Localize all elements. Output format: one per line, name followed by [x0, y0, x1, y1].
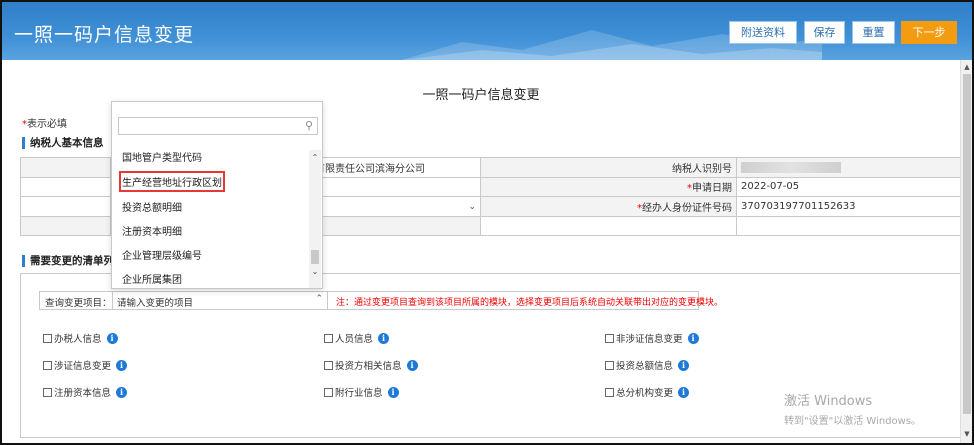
info-icon[interactable]: i [116, 386, 128, 398]
reset-button[interactable]: 重置 [852, 21, 895, 44]
info-icon[interactable]: i [106, 332, 118, 344]
info-icon[interactable]: i [378, 332, 390, 344]
chevron-down-icon[interactable]: ⌄ [309, 266, 321, 278]
redacted-value [741, 161, 841, 173]
page-scrollbar[interactable]: ▲ ▼ [960, 60, 972, 443]
scroll-up-icon[interactable]: ▲ [961, 61, 973, 73]
scrollbar-thumb[interactable] [963, 74, 971, 414]
windows-activation-watermark: 激活 Windows 转到"设置"以激活 Windows。 [784, 394, 922, 427]
dropdown-item-highlighted[interactable]: 生产经营地址行政区划 [119, 171, 225, 192]
chevron-up-icon: ⌃ [315, 294, 323, 304]
dropdown-item[interactable]: 注册资本明细 [122, 223, 182, 238]
dropdown-scrollbar-thumb[interactable] [311, 250, 319, 264]
required-note: *表示必填 [22, 119, 67, 130]
checkbox-icon[interactable] [43, 360, 52, 370]
taxpayer-id-label: 纳税人识别号 [480, 157, 737, 178]
info-icon[interactable]: i [678, 359, 690, 371]
checkbox-item[interactable]: 注册资本信息 i [43, 385, 128, 399]
chevron-down-icon: ⌄ [468, 201, 476, 212]
dropdown-item[interactable]: 企业所属集团 [122, 271, 182, 286]
checkbox-icon[interactable] [324, 387, 333, 397]
checkbox-item[interactable]: 附行业信息 i [324, 385, 399, 399]
checkbox-item[interactable]: 总分机构变更 i [605, 385, 690, 399]
checkbox-icon[interactable] [43, 387, 52, 397]
magnifier-icon: ⚲ [304, 119, 313, 132]
chevron-up-icon[interactable]: ⌃ [309, 152, 321, 164]
query-label: 查询变更项目： [45, 298, 112, 309]
dropdown-scrollbar[interactable]: ⌃ ⌄ [309, 150, 321, 288]
checkbox-item[interactable]: 人员信息 i [324, 331, 390, 345]
attach-documents-button[interactable]: 附送资料 [729, 21, 797, 44]
dropdown-item[interactable]: 企业管理层级编号 [122, 247, 202, 262]
dropdown-search-input[interactable]: ⚲ [118, 117, 318, 135]
section-title-change-list: 需要变更的清单列表 [22, 255, 125, 267]
taxpayer-id-value [736, 157, 971, 178]
scroll-down-icon[interactable]: ▼ [961, 428, 973, 440]
agent-id-label: *经办人身份证件号码 [480, 196, 737, 217]
checkbox-icon[interactable] [324, 333, 333, 343]
apply-date-value: 2022-07-05 [736, 176, 971, 197]
apply-date-label: *申请日期 [480, 176, 737, 197]
checkbox-item[interactable]: 办税人信息 i [43, 331, 118, 345]
section-title-basic-info: 纳税人基本信息 [22, 137, 104, 149]
query-input[interactable]: 请输入变更的项目 ⌃ [112, 291, 328, 310]
agent-id-value: 370703197701152633 [736, 196, 971, 217]
checkbox-icon[interactable] [605, 387, 614, 397]
info-icon[interactable]: i [406, 359, 418, 371]
save-button[interactable]: 保存 [804, 21, 845, 44]
info-icon[interactable]: i [678, 386, 690, 398]
checkbox-icon[interactable] [605, 333, 614, 343]
checkbox-icon[interactable] [605, 360, 614, 370]
checkbox-icon[interactable] [324, 360, 333, 370]
next-step-button[interactable]: 下一步 [901, 21, 957, 44]
app-title: 一照一码户信息变更 [14, 24, 195, 46]
checkbox-item[interactable]: 投资总额信息 i [605, 358, 690, 372]
info-icon[interactable]: i [687, 332, 699, 344]
checkbox-item[interactable]: 投资方相关信息 i [324, 358, 418, 372]
info-icon[interactable]: i [387, 386, 399, 398]
app-header: 一照一码户信息变更 附送资料 保存 重置 下一步 [2, 2, 972, 60]
dropdown-item[interactable]: 国地管户类型代码 [122, 149, 202, 164]
checkbox-icon[interactable] [43, 333, 52, 343]
info-icon[interactable]: i [116, 359, 128, 371]
checkbox-item[interactable]: 涉证信息变更 i [43, 358, 128, 372]
query-row: 查询变更项目： 请输入变更的项目 ⌃ 注：通过变更项目查询到该项目所属的模块，选… [39, 291, 723, 310]
change-item-dropdown: ⚲ 国地管户类型代码 生产经营地址行政区划 投资总额明细 注册资本明细 企业管理… [111, 101, 323, 289]
query-note: 注：通过变更项目查询到该项目所属的模块，选择变更项目后系统自动关联带出对应的变更… [336, 298, 724, 308]
dropdown-item[interactable]: 投资总额明细 [122, 199, 182, 214]
checkbox-item[interactable]: 非涉证信息变更 i [605, 331, 699, 345]
